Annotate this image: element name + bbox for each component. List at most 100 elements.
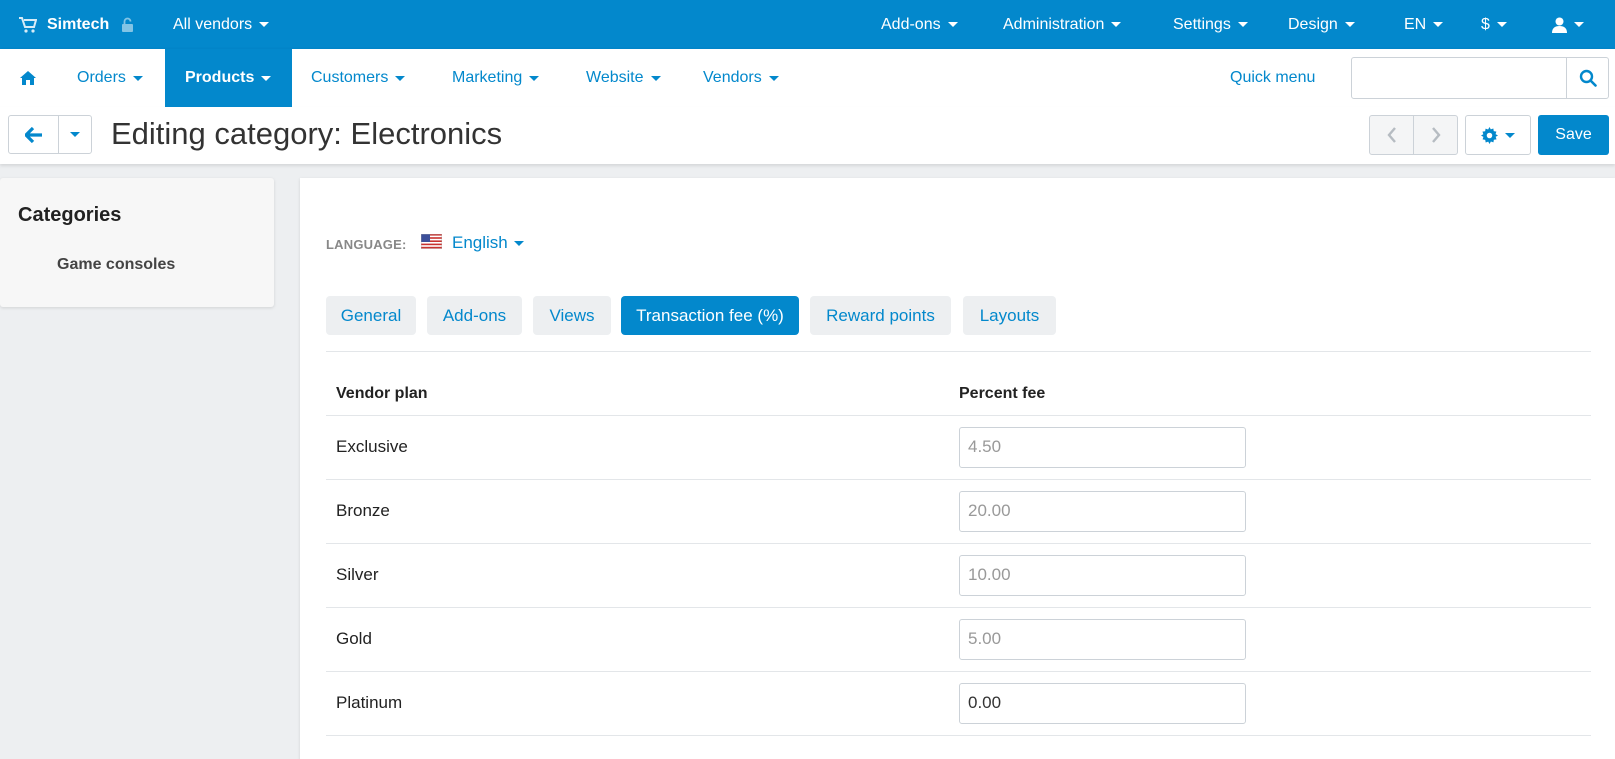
lock-icon — [122, 17, 134, 32]
cart-icon — [19, 16, 37, 33]
page-header: Editing category: Electronics Save — [0, 107, 1615, 164]
nav-products-label: Products — [185, 69, 255, 86]
percent-fee-input[interactable] — [959, 490, 1246, 532]
chevron-down-icon — [529, 75, 540, 81]
chevron-down-icon — [132, 75, 143, 81]
chevron-right-icon — [1431, 127, 1441, 143]
column-header-vendor-plan: Vendor plan — [326, 373, 959, 416]
nav-vendors[interactable]: Vendors — [703, 49, 779, 107]
menu-currency-label: $ — [1481, 15, 1490, 33]
language-selector[interactable]: English — [452, 233, 524, 253]
chevron-down-icon — [513, 241, 524, 247]
tab-addons[interactable]: Add-ons — [427, 296, 522, 335]
main-nav: Orders Products Customers Marketing Webs… — [0, 49, 1615, 107]
us-flag-icon — [421, 234, 442, 249]
vendor-plan-name: Gold — [326, 607, 959, 672]
vendor-plan-name: Bronze — [326, 479, 959, 544]
nav-orders[interactable]: Orders — [77, 49, 143, 107]
home-icon — [20, 71, 36, 85]
chevron-down-icon — [947, 22, 958, 27]
percent-fee-input[interactable] — [959, 426, 1246, 468]
tab-reward-points[interactable]: Reward points — [810, 296, 951, 335]
table-row: Exclusive — [326, 415, 1591, 480]
menu-design-label: Design — [1288, 15, 1338, 33]
page-title: Editing category: Electronics — [111, 116, 503, 151]
table-row: Bronze — [326, 479, 1591, 544]
chevron-down-icon — [259, 22, 270, 27]
tab-layouts[interactable]: Layouts — [963, 296, 1056, 335]
nav-vendors-label: Vendors — [703, 69, 762, 86]
settings-dropdown-button[interactable] — [1465, 115, 1531, 155]
menu-addons[interactable]: Add-ons — [881, 0, 958, 49]
chevron-down-icon — [1433, 22, 1444, 27]
column-header-percent-fee: Percent fee — [959, 373, 1591, 416]
language-value: English — [452, 233, 508, 252]
user-menu[interactable] — [1552, 0, 1584, 49]
chevron-down-icon — [1574, 22, 1584, 27]
transaction-fee-table: Vendor plan Percent fee Exclusive Bronze… — [326, 373, 1591, 736]
gear-icon — [1481, 126, 1498, 144]
nav-products[interactable]: Products — [165, 49, 292, 107]
table-row: Platinum — [326, 671, 1591, 736]
nav-customers[interactable]: Customers — [311, 49, 406, 107]
nav-marketing[interactable]: Marketing — [452, 49, 540, 107]
categories-sidebar: Categories Game consoles — [0, 178, 274, 307]
percent-fee-cell — [959, 607, 1591, 672]
arrow-left-icon — [24, 126, 42, 143]
menu-settings[interactable]: Settings — [1173, 0, 1248, 49]
user-icon — [1552, 17, 1567, 33]
search-input[interactable] — [1352, 58, 1566, 98]
record-pager — [1369, 115, 1458, 155]
sidebar-item-game-consoles[interactable]: Game consoles — [57, 256, 175, 274]
menu-language[interactable]: EN — [1404, 0, 1444, 49]
percent-fee-cell — [959, 415, 1591, 480]
percent-fee-input[interactable] — [959, 618, 1246, 660]
brand-name: Simtech — [47, 15, 110, 33]
main-content: LANGUAGE: English General Add-ons Views … — [300, 178, 1615, 759]
chevron-down-icon — [261, 75, 272, 81]
table-header-row: Vendor plan Percent fee — [326, 373, 1591, 416]
menu-design[interactable]: Design — [1288, 0, 1355, 49]
chevron-down-icon — [395, 75, 406, 81]
vendor-selector-label: All vendors — [173, 15, 253, 33]
chevron-down-icon — [1496, 22, 1507, 27]
quick-menu-link[interactable]: Quick menu — [1230, 49, 1315, 107]
chevron-left-icon — [1386, 127, 1396, 143]
percent-fee-input[interactable] — [959, 682, 1246, 724]
back-button[interactable] — [9, 116, 59, 153]
menu-administration[interactable]: Administration — [1003, 0, 1122, 49]
search-box — [1351, 57, 1609, 99]
chevron-down-icon — [1505, 132, 1515, 138]
percent-fee-input[interactable] — [959, 554, 1246, 596]
language-label: LANGUAGE: — [326, 237, 407, 252]
search-icon — [1579, 69, 1597, 87]
vendor-plan-name: Platinum — [326, 671, 959, 736]
save-button[interactable]: Save — [1538, 115, 1609, 155]
back-button-group — [8, 115, 92, 154]
store-switcher[interactable]: Simtech — [19, 0, 134, 49]
nav-website[interactable]: Website — [586, 49, 661, 107]
percent-fee-cell — [959, 671, 1591, 736]
search-button[interactable] — [1566, 58, 1608, 98]
chevron-down-icon — [768, 75, 779, 81]
previous-button[interactable] — [1370, 116, 1414, 154]
tab-views[interactable]: Views — [533, 296, 611, 335]
sidebar-title: Categories — [18, 204, 122, 226]
nav-customers-label: Customers — [311, 69, 389, 86]
home-link[interactable] — [19, 49, 39, 107]
vendor-plan-name: Silver — [326, 543, 959, 608]
nav-marketing-label: Marketing — [452, 69, 523, 86]
chevron-down-icon — [1344, 22, 1355, 27]
menu-addons-label: Add-ons — [881, 15, 941, 33]
next-button[interactable] — [1414, 116, 1457, 154]
table-row: Silver — [326, 543, 1591, 608]
nav-orders-label: Orders — [77, 69, 126, 86]
menu-currency[interactable]: $ — [1481, 0, 1507, 49]
back-dropdown-button[interactable] — [59, 116, 91, 153]
nav-website-label: Website — [586, 69, 644, 86]
tab-general[interactable]: General — [326, 296, 416, 335]
percent-fee-cell — [959, 479, 1591, 544]
vendor-selector[interactable]: All vendors — [173, 0, 270, 49]
tab-transaction-fee[interactable]: Transaction fee (%) — [621, 296, 799, 335]
menu-settings-label: Settings — [1173, 15, 1231, 33]
